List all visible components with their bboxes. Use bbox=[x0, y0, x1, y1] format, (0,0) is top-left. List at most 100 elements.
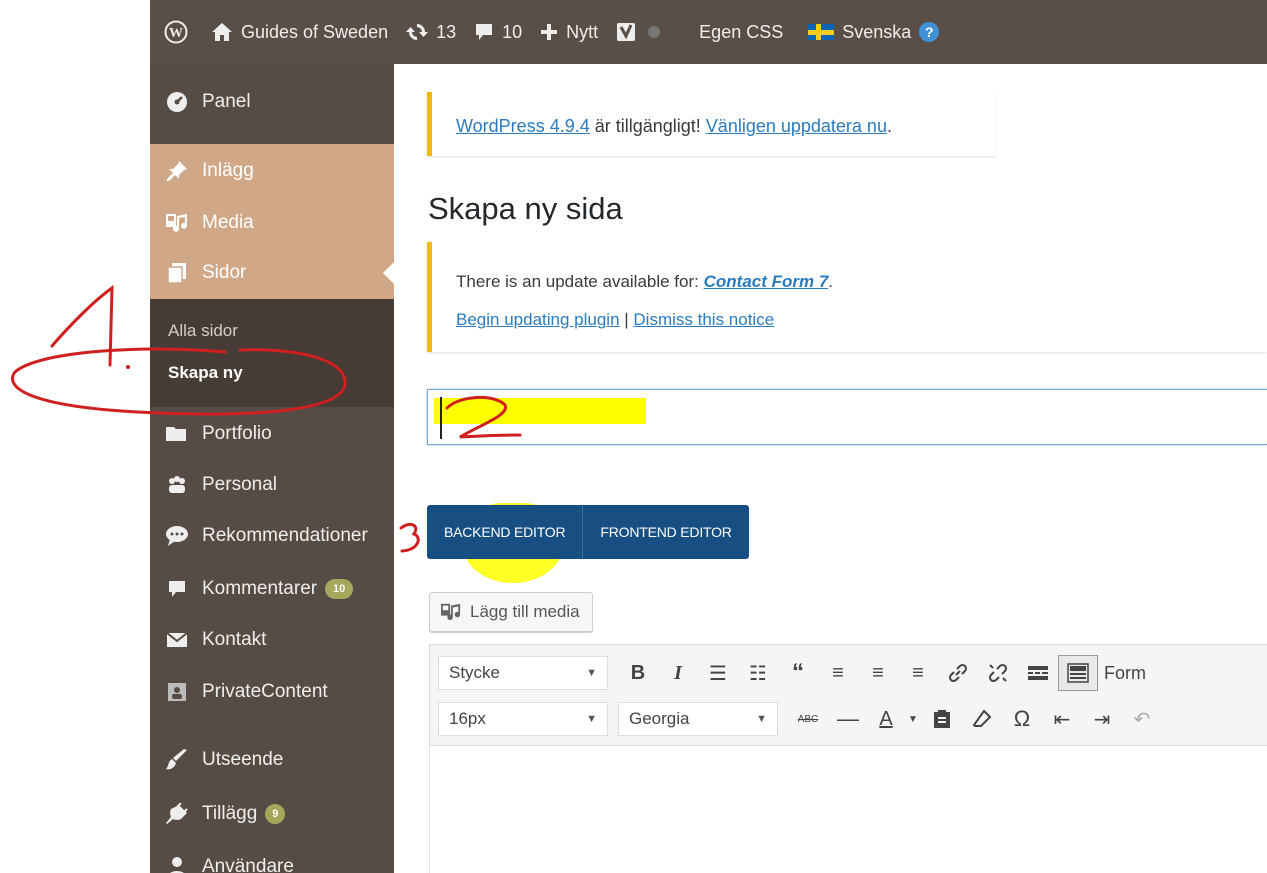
format-select-value: Stycke bbox=[449, 663, 501, 682]
bullet-list-icon[interactable]: ☰ bbox=[698, 655, 738, 691]
sidebar-item-plugins[interactable]: Tillägg 9 bbox=[150, 789, 394, 839]
sidebar-item-pages[interactable]: Sidor bbox=[150, 248, 394, 298]
help-icon[interactable]: ? bbox=[919, 22, 940, 42]
title-highlight bbox=[434, 398, 646, 424]
sidebar-item-label: Sidor bbox=[202, 262, 247, 283]
update-now-link[interactable]: Vänligen uppdatera nu bbox=[706, 116, 887, 136]
blockquote-icon[interactable]: “ bbox=[778, 655, 818, 691]
special-character-icon[interactable]: Ω bbox=[1002, 701, 1042, 737]
format-menu-label[interactable]: Form bbox=[1098, 663, 1146, 684]
align-center-icon[interactable]: ≡ bbox=[858, 655, 898, 691]
action-separator: | bbox=[619, 310, 634, 329]
plugin-update-row: There is an update available for: Contac… bbox=[456, 272, 1267, 292]
sidebar-item-recommendations[interactable]: Rekommendationer bbox=[150, 511, 394, 561]
plugin-update-period: . bbox=[828, 272, 834, 291]
speech-bubble-icon bbox=[164, 523, 190, 549]
sidebar-item-contact[interactable]: Kontakt bbox=[150, 615, 394, 665]
sidebar-item-panel[interactable]: Panel bbox=[150, 77, 394, 127]
chevron-down-icon: ▼ bbox=[586, 667, 597, 679]
plugins-badge: 9 bbox=[265, 804, 286, 824]
begin-updating-link[interactable]: Begin updating plugin bbox=[456, 310, 620, 329]
yoast-icon bbox=[617, 23, 636, 41]
new-content-menu[interactable]: Nytt bbox=[531, 0, 607, 64]
font-size-value: 16px bbox=[449, 709, 486, 728]
font-family-select[interactable]: Georgia ▼ bbox=[618, 702, 778, 736]
italic-icon[interactable]: I bbox=[658, 655, 698, 691]
comments-menu[interactable]: 10 bbox=[465, 0, 531, 64]
sidebar-item-personal[interactable]: Personal bbox=[150, 460, 394, 510]
sidebar-item-posts[interactable]: Inlägg bbox=[150, 146, 394, 196]
site-name-menu[interactable]: Guides of Sweden bbox=[202, 0, 397, 64]
backend-editor-button[interactable]: BACKEND EDITOR bbox=[427, 505, 582, 559]
page-title: Skapa ny sida bbox=[428, 191, 623, 226]
font-size-select[interactable]: 16px ▼ bbox=[438, 702, 608, 736]
language-menu[interactable]: Svenska ? bbox=[792, 0, 948, 64]
text-caret bbox=[440, 397, 442, 439]
custom-css-link[interactable]: Egen CSS bbox=[669, 0, 792, 64]
wp-update-text: är tillgängligt! bbox=[589, 116, 706, 136]
updates-menu[interactable]: 13 bbox=[397, 0, 465, 64]
align-right-icon[interactable]: ≡ bbox=[898, 655, 938, 691]
submenu-all-pages[interactable]: Alla sidor bbox=[168, 321, 238, 341]
sidebar-item-label: Rekommendationer bbox=[202, 525, 368, 546]
toolbar-row-1: Stycke ▼ B I ☰ ☷ “ ≡ ≡ ≡ Form bbox=[438, 653, 1146, 693]
numbered-list-icon[interactable]: ☷ bbox=[738, 655, 778, 691]
wp-update-period: . bbox=[886, 116, 892, 136]
sidebar-item-label: Användare bbox=[202, 856, 294, 873]
sidebar-item-media[interactable]: Media bbox=[150, 198, 394, 248]
align-left-icon[interactable]: ≡ bbox=[818, 655, 858, 691]
dashboard-icon bbox=[164, 89, 190, 115]
frontend-editor-button[interactable]: FRONTEND EDITOR bbox=[582, 505, 748, 559]
text-color-icon[interactable]: A bbox=[868, 701, 904, 737]
yoast-seo-menu[interactable] bbox=[607, 0, 669, 64]
submenu-add-new[interactable]: Skapa ny bbox=[168, 363, 243, 383]
sidebar-item-label: Media bbox=[202, 212, 254, 233]
plug-icon bbox=[164, 801, 190, 827]
sidebar-active-group: Inlägg Media Sidor bbox=[150, 144, 394, 299]
outdent-icon[interactable]: ⇤ bbox=[1042, 701, 1082, 737]
wordpress-icon: W bbox=[164, 20, 188, 44]
envelope-icon bbox=[164, 627, 190, 653]
updates-count: 13 bbox=[436, 21, 457, 42]
indent-icon[interactable]: ⇥ bbox=[1082, 701, 1122, 737]
toolbar-toggle-icon[interactable] bbox=[1058, 655, 1098, 691]
strikethrough-icon[interactable]: ABC bbox=[788, 701, 828, 737]
sweden-flag-icon bbox=[808, 24, 835, 40]
link-icon[interactable] bbox=[938, 655, 978, 691]
site-name: Guides of Sweden bbox=[241, 21, 389, 42]
plugin-name-link[interactable]: Contact Form 7 bbox=[704, 272, 829, 291]
sidebar-item-portfolio[interactable]: Portfolio bbox=[150, 409, 394, 459]
custom-css-label: Egen CSS bbox=[699, 21, 784, 42]
wp-update-notice: WordPress 4.9.4 är tillgängligt! Vänlige… bbox=[427, 92, 996, 156]
sidebar-item-label: Panel bbox=[202, 91, 251, 112]
wordpress-logo-menu[interactable]: W bbox=[150, 0, 202, 64]
editor-toolbar: Stycke ▼ B I ☰ ☷ “ ≡ ≡ ≡ Form 16px ▼ Georg… bbox=[430, 645, 1267, 746]
bold-icon[interactable]: B bbox=[618, 655, 658, 691]
sidebar-item-label: Portfolio bbox=[202, 423, 272, 444]
undo-icon[interactable]: ↶ bbox=[1122, 701, 1162, 737]
comment-icon bbox=[164, 576, 190, 602]
dismiss-notice-link[interactable]: Dismiss this notice bbox=[633, 310, 774, 329]
sidebar-item-users[interactable]: Användare bbox=[150, 842, 394, 873]
format-select[interactable]: Stycke ▼ bbox=[438, 656, 608, 690]
sidebar-item-comments[interactable]: Kommentarer 10 bbox=[150, 564, 394, 614]
sidebar-item-private-content[interactable]: PrivateContent bbox=[150, 667, 394, 717]
comments-badge: 10 bbox=[325, 579, 354, 599]
sidebar-item-label: Tillägg bbox=[202, 803, 258, 824]
comment-icon bbox=[476, 24, 493, 40]
horizontal-line-icon[interactable]: — bbox=[828, 701, 868, 737]
clear-formatting-icon[interactable] bbox=[962, 701, 1002, 737]
sidebar-item-appearance[interactable]: Utseende bbox=[150, 735, 394, 785]
sidebar-item-label: Inlägg bbox=[202, 160, 254, 181]
chevron-down-icon: ▼ bbox=[756, 713, 767, 725]
pin-icon bbox=[164, 158, 190, 184]
read-more-icon[interactable] bbox=[1018, 655, 1058, 691]
wp-version-link[interactable]: WordPress 4.9.4 bbox=[456, 116, 590, 136]
home-icon bbox=[212, 23, 232, 41]
chevron-down-icon[interactable]: ▼ bbox=[904, 701, 922, 737]
unlink-icon[interactable] bbox=[978, 655, 1018, 691]
add-media-button[interactable]: Lägg till media bbox=[429, 592, 593, 632]
toolbar-row-2: 16px ▼ Georgia ▼ ABC — A ▼ Ω ⇤ ⇥ ↶ bbox=[438, 699, 1162, 739]
paste-text-icon[interactable] bbox=[922, 701, 962, 737]
pages-submenu: Alla sidor Skapa ny bbox=[150, 299, 394, 407]
